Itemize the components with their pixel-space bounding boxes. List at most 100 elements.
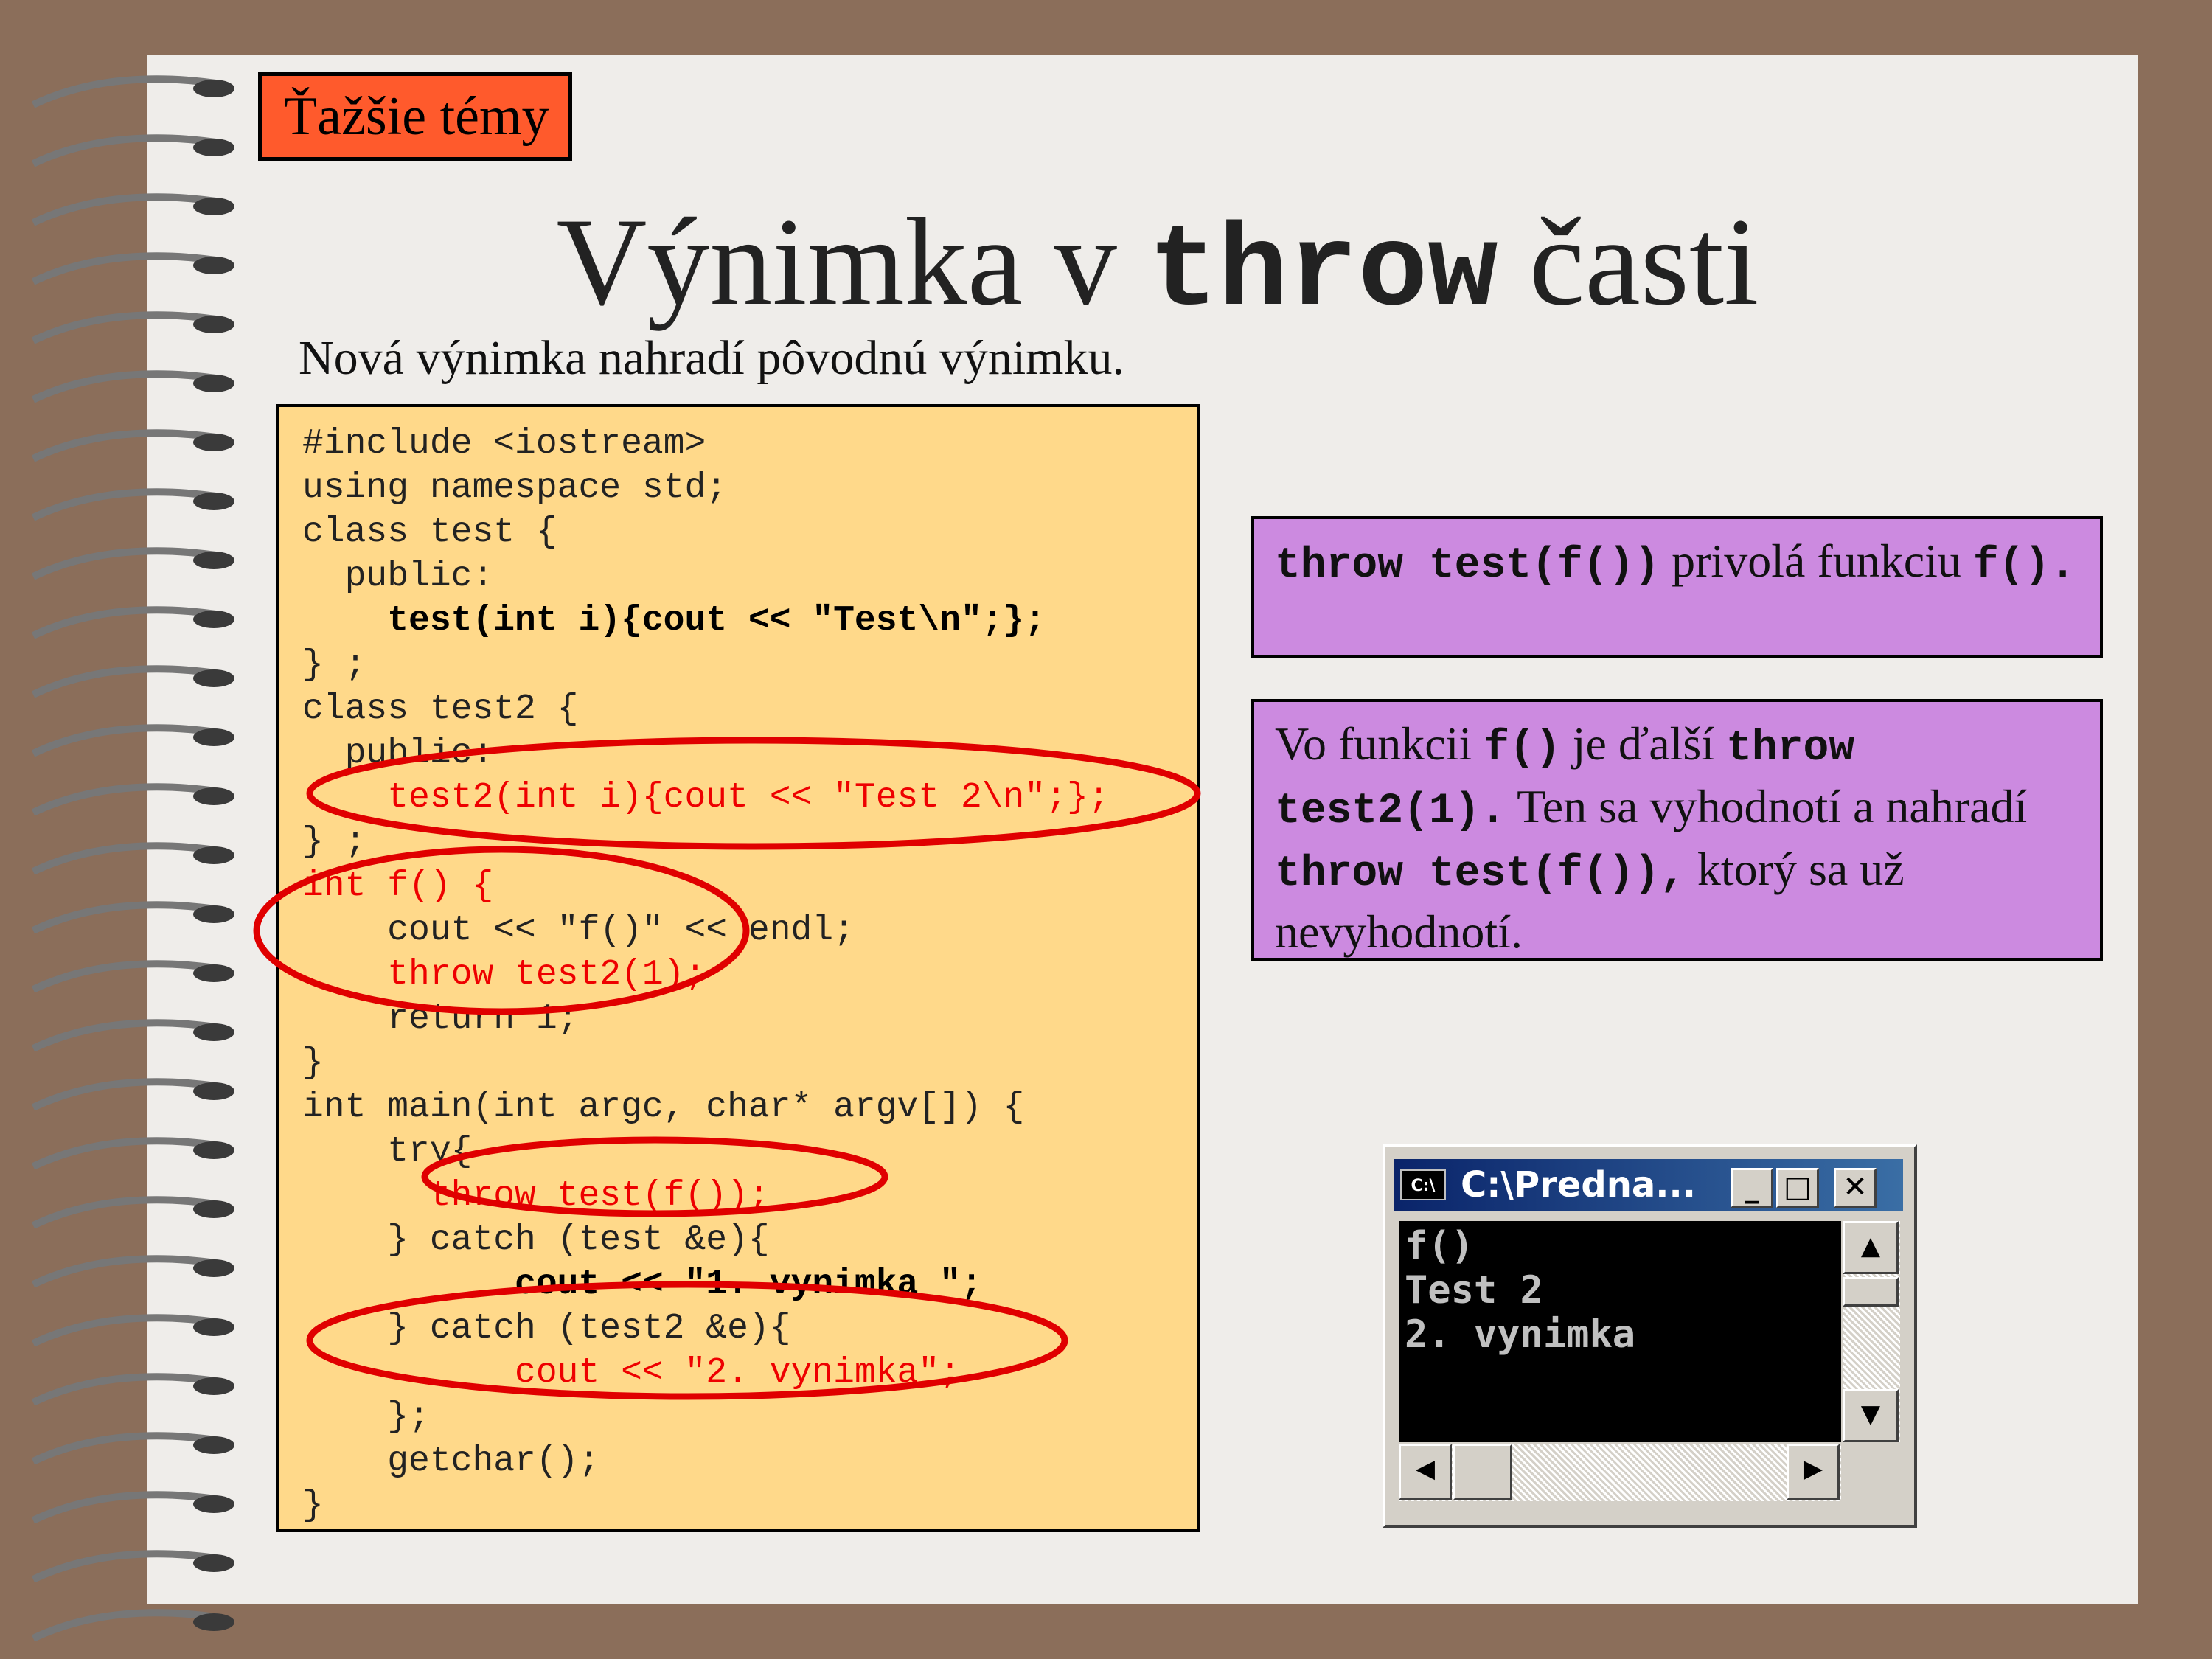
note2-text-2: je ďalší [1560, 717, 1727, 770]
horizontal-scrollbar[interactable]: ◀ ▶ [1399, 1444, 1841, 1501]
code-line: class test2 { [302, 689, 579, 729]
binding-hole [193, 1436, 234, 1454]
resize-grip-icon[interactable] [1843, 1444, 1900, 1501]
maximize-button[interactable]: □ [1776, 1168, 1819, 1208]
code-line: cout << "f()" << endl; [302, 911, 855, 950]
scroll-right-button[interactable]: ▶ [1787, 1444, 1840, 1500]
scroll-thumb[interactable] [1843, 1277, 1899, 1307]
code-block: #include <iostream> using namespace std; c… [302, 422, 1110, 1528]
spiral-ring [31, 606, 222, 639]
code-line: #include <iostream> [302, 424, 706, 464]
note1-keyword-2: f(). [1972, 542, 2076, 590]
code-line: getchar(); [302, 1441, 600, 1481]
spiral-ring [31, 488, 222, 521]
close-icon: ✕ [1843, 1170, 1868, 1204]
binding-hole [193, 80, 234, 97]
minimize-button[interactable]: _ [1731, 1168, 1773, 1208]
code-line: } catch (test &e){ [302, 1220, 770, 1260]
title-after: časti [1498, 192, 1759, 331]
note-box-throw: throw test(f()) privolá funkciu f(). [1251, 516, 2103, 658]
scroll-down-button[interactable]: ▼ [1843, 1389, 1899, 1442]
binding-hole [193, 375, 234, 392]
binding-hole [193, 728, 234, 746]
spiral-ring [31, 901, 222, 934]
scroll-thumb-horizontal[interactable] [1453, 1444, 1512, 1500]
spiral-ring [31, 547, 222, 580]
scroll-up-button[interactable]: ▲ [1843, 1221, 1899, 1274]
spiral-ring [31, 1373, 222, 1406]
code-line-highlighted: throw test2(1); [302, 955, 706, 995]
vertical-scrollbar[interactable]: ▲ ▼ [1843, 1221, 1900, 1442]
spiral-ring [31, 1609, 222, 1642]
code-line: return 1; [302, 999, 579, 1039]
console-line: Test 2 [1405, 1268, 1543, 1312]
spiral-ring [31, 1255, 222, 1288]
binding-hole [193, 1023, 234, 1041]
spiral-ring [31, 1314, 222, 1347]
spiral-ring [31, 1019, 222, 1052]
binding-hole [193, 552, 234, 569]
binding-hole [193, 1259, 234, 1277]
spiral-ring [31, 370, 222, 403]
code-line: int main(int argc, char* argv[]) { [302, 1088, 1025, 1127]
binding-hole [193, 1082, 234, 1100]
note1-keyword: throw test(f()) [1275, 542, 1660, 590]
console-line: f() [1405, 1224, 1474, 1268]
code-line: try{ [302, 1132, 473, 1172]
maximize-icon: □ [1784, 1170, 1812, 1204]
arrow-right-icon: ▶ [1803, 1454, 1823, 1484]
title-before: Výnimka v [556, 192, 1149, 331]
binding-hole [193, 787, 234, 805]
code-line: } ; [302, 645, 366, 685]
note1-text: privolá funkciu [1660, 535, 1973, 587]
spiral-ring [31, 429, 222, 462]
note2-text-3: Ten sa vyhodnotí a nahradí [1506, 780, 2028, 832]
binding-hole [193, 611, 234, 628]
code-line: }; [302, 1397, 430, 1437]
slide-subtitle: Nová výnimka nahradí pôvodnú výnimku. [299, 331, 1125, 385]
note-box-replace: Vo funkcii f() je ďalší throw test2(1). … [1251, 699, 2103, 961]
binding-hole [193, 1141, 234, 1159]
arrow-down-icon: ▼ [1860, 1399, 1881, 1429]
code-line: public: [302, 557, 494, 597]
binding-hole [193, 964, 234, 982]
binding-hole [193, 1554, 234, 1572]
console-icon: C:\ [1400, 1169, 1446, 1200]
binding-hole [193, 846, 234, 864]
close-button[interactable]: ✕ [1834, 1168, 1877, 1208]
code-line: } ; [302, 822, 366, 862]
title-keyword: throw [1148, 207, 1498, 339]
arrow-up-icon: ▲ [1860, 1231, 1881, 1261]
console-titlebar[interactable]: C:\ C:\Predna... _ □ ✕ [1394, 1159, 1903, 1211]
spiral-ring [31, 1078, 222, 1111]
spiral-ring [31, 1432, 222, 1465]
code-line: test(int i){cout << "Test\n";}; [302, 601, 1046, 641]
spiral-ring [31, 1137, 222, 1170]
binding-hole [193, 905, 234, 923]
console-title: C:\Predna... [1461, 1164, 1696, 1206]
binding-hole [193, 1495, 234, 1513]
scroll-left-button[interactable]: ◀ [1399, 1444, 1452, 1500]
code-line: using namespace std; [302, 468, 728, 508]
code-line-highlighted: throw test(f()); [302, 1176, 770, 1216]
binding-hole [193, 1200, 234, 1218]
topic-tag-text: Ťažšie témy [284, 86, 549, 147]
binding-hole [193, 139, 234, 156]
code-line: cout << "1. vynimka "; [302, 1265, 982, 1304]
binding-hole [193, 1318, 234, 1336]
note2-keyword: f() [1484, 725, 1561, 773]
binding-hole [193, 434, 234, 451]
spiral-ring [31, 1196, 222, 1229]
spiral-ring [31, 960, 222, 993]
code-line: } catch (test2 &e){ [302, 1309, 791, 1349]
binding-hole [193, 1613, 234, 1631]
arrow-left-icon: ◀ [1415, 1454, 1436, 1484]
minimize-icon: _ [1745, 1170, 1759, 1204]
spiral-ring [31, 134, 222, 167]
code-line-highlighted: cout << "2. vynimka"; [302, 1353, 961, 1393]
spiral-ring [31, 724, 222, 757]
code-line: class test { [302, 512, 557, 552]
spiral-ring [31, 842, 222, 875]
console-window[interactable]: C:\ C:\Predna... _ □ ✕ f() Test 2 2. vyn… [1382, 1144, 1917, 1528]
spiral-ring [31, 1550, 222, 1583]
